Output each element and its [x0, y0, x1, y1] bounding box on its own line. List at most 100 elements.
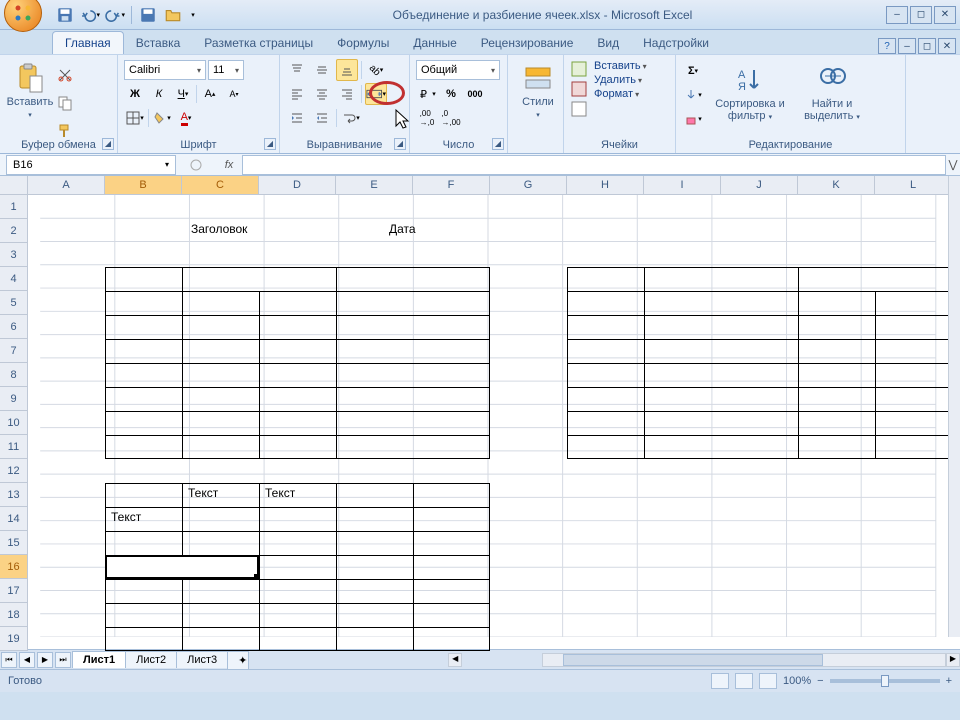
sheet-tab-2[interactable]: Лист2: [125, 651, 177, 668]
merge-cells-button[interactable]: ▾: [365, 83, 387, 105]
maximize-button[interactable]: ◻: [910, 6, 932, 24]
name-box[interactable]: B16▾: [6, 155, 176, 175]
horizontal-scrollbar[interactable]: [542, 653, 946, 667]
row-header-2[interactable]: 2: [0, 219, 28, 243]
sheet-nav-first[interactable]: ⏮: [1, 652, 17, 668]
qat-redo[interactable]: ▾: [104, 4, 126, 26]
number-format-combo[interactable]: Общий▾: [416, 60, 500, 80]
tab-insert[interactable]: Вставка: [124, 32, 193, 54]
qat-customize[interactable]: ▾: [187, 4, 199, 26]
cut-button[interactable]: [54, 64, 76, 86]
vertical-scrollbar[interactable]: [948, 176, 960, 637]
row-header-7[interactable]: 7: [0, 339, 28, 363]
autosum-button[interactable]: Σ▾: [682, 60, 704, 82]
ribbon-help[interactable]: ?: [878, 38, 896, 54]
format-cells-button[interactable]: Формат ▾: [594, 88, 647, 100]
italic-button[interactable]: К: [148, 83, 170, 105]
row-header-13[interactable]: 13: [0, 483, 28, 507]
align-top-button[interactable]: [286, 59, 308, 81]
col-header-C[interactable]: C: [182, 176, 259, 195]
clipboard-launcher[interactable]: ◢: [102, 138, 114, 150]
row-header-16[interactable]: 16: [0, 555, 28, 579]
zoom-level[interactable]: 100%: [783, 675, 811, 687]
find-select-button[interactable]: Найти и выделить ▾: [794, 60, 870, 130]
comma-button[interactable]: 000: [464, 83, 486, 105]
clear-button[interactable]: ▾: [682, 108, 704, 130]
col-header-G[interactable]: G: [490, 176, 567, 195]
view-normal-button[interactable]: [711, 673, 729, 689]
row-header-17[interactable]: 17: [0, 579, 28, 603]
col-header-E[interactable]: E: [336, 176, 413, 195]
row-header-4[interactable]: 4: [0, 267, 28, 291]
row-header-12[interactable]: 12: [0, 459, 28, 483]
col-header-A[interactable]: A: [28, 176, 105, 195]
row-header-5[interactable]: 5: [0, 291, 28, 315]
shrink-font-button[interactable]: A▾: [223, 83, 245, 105]
hscroll-left[interactable]: ◀: [448, 653, 462, 667]
row-header-15[interactable]: 15: [0, 531, 28, 555]
sheet-nav-last[interactable]: ⏭: [55, 652, 71, 668]
zoom-out-button[interactable]: −: [817, 675, 823, 687]
minimize-button[interactable]: –: [886, 6, 908, 24]
row-header-19[interactable]: 19: [0, 627, 28, 651]
row-header-8[interactable]: 8: [0, 363, 28, 387]
wrap-text-button[interactable]: ▾: [340, 107, 362, 129]
row-header-1[interactable]: 1: [0, 195, 28, 219]
col-header-B[interactable]: B: [105, 176, 182, 195]
align-left-button[interactable]: [286, 83, 308, 105]
accounting-format-button[interactable]: ₽▾: [416, 83, 438, 105]
increase-indent-button[interactable]: [311, 107, 333, 129]
hscroll-right[interactable]: ▶: [946, 653, 960, 667]
col-header-K[interactable]: K: [798, 176, 875, 195]
new-sheet-button[interactable]: ✦: [227, 651, 249, 669]
borders-button[interactable]: ▾: [124, 107, 146, 129]
insert-cells-button[interactable]: Вставить ▾: [594, 60, 647, 72]
cell-header1[interactable]: Заголовок: [188, 220, 250, 238]
tab-formulas[interactable]: Формулы: [325, 32, 401, 54]
view-page-break-button[interactable]: [759, 673, 777, 689]
row-header-18[interactable]: 18: [0, 603, 28, 627]
qat-save[interactable]: [54, 4, 76, 26]
sheet-nav-prev[interactable]: ◀: [19, 652, 35, 668]
fx-button[interactable]: fx: [216, 159, 242, 171]
row-header-3[interactable]: 3: [0, 243, 28, 267]
row-header-11[interactable]: 11: [0, 435, 28, 459]
decrease-indent-button[interactable]: [286, 107, 308, 129]
sheet-tab-1[interactable]: Лист1: [72, 651, 126, 668]
zoom-slider[interactable]: [830, 679, 940, 683]
formula-bar-input[interactable]: [242, 155, 946, 175]
cell-styles-button[interactable]: Стили▾: [514, 58, 562, 120]
font-name-combo[interactable]: Calibri▾: [124, 60, 206, 80]
align-center-button[interactable]: [311, 83, 333, 105]
copy-button[interactable]: [54, 92, 76, 114]
col-header-L[interactable]: L: [875, 176, 952, 195]
col-header-H[interactable]: H: [567, 176, 644, 195]
office-button[interactable]: [4, 0, 42, 32]
fill-button[interactable]: ▾: [682, 84, 704, 106]
row-header-14[interactable]: 14: [0, 507, 28, 531]
grow-font-button[interactable]: A▴: [199, 83, 221, 105]
align-right-button[interactable]: [336, 83, 358, 105]
number-launcher[interactable]: ◢: [492, 138, 504, 150]
formula-bar-expand[interactable]: ⋁: [946, 158, 960, 171]
tab-addins[interactable]: Надстройки: [631, 32, 721, 54]
cell-header2[interactable]: Дата: [386, 220, 419, 238]
row-header-6[interactable]: 6: [0, 315, 28, 339]
row-header-9[interactable]: 9: [0, 387, 28, 411]
col-header-J[interactable]: J: [721, 176, 798, 195]
select-all-button[interactable]: [0, 176, 28, 195]
col-header-F[interactable]: F: [413, 176, 490, 195]
percent-button[interactable]: %: [440, 83, 462, 105]
tab-home[interactable]: Главная: [52, 31, 124, 54]
tab-page-layout[interactable]: Разметка страницы: [192, 32, 325, 54]
fill-color-button[interactable]: ▾: [151, 107, 173, 129]
qat-save2[interactable]: [137, 4, 159, 26]
doc-close[interactable]: ✕: [938, 38, 956, 54]
font-color-button[interactable]: А▾: [175, 107, 197, 129]
tab-view[interactable]: Вид: [585, 32, 631, 54]
alignment-launcher[interactable]: ◢: [394, 138, 406, 150]
sheet-tab-3[interactable]: Лист3: [176, 651, 228, 668]
doc-restore[interactable]: ◻: [918, 38, 936, 54]
col-header-I[interactable]: I: [644, 176, 721, 195]
align-bottom-button[interactable]: [336, 59, 358, 81]
